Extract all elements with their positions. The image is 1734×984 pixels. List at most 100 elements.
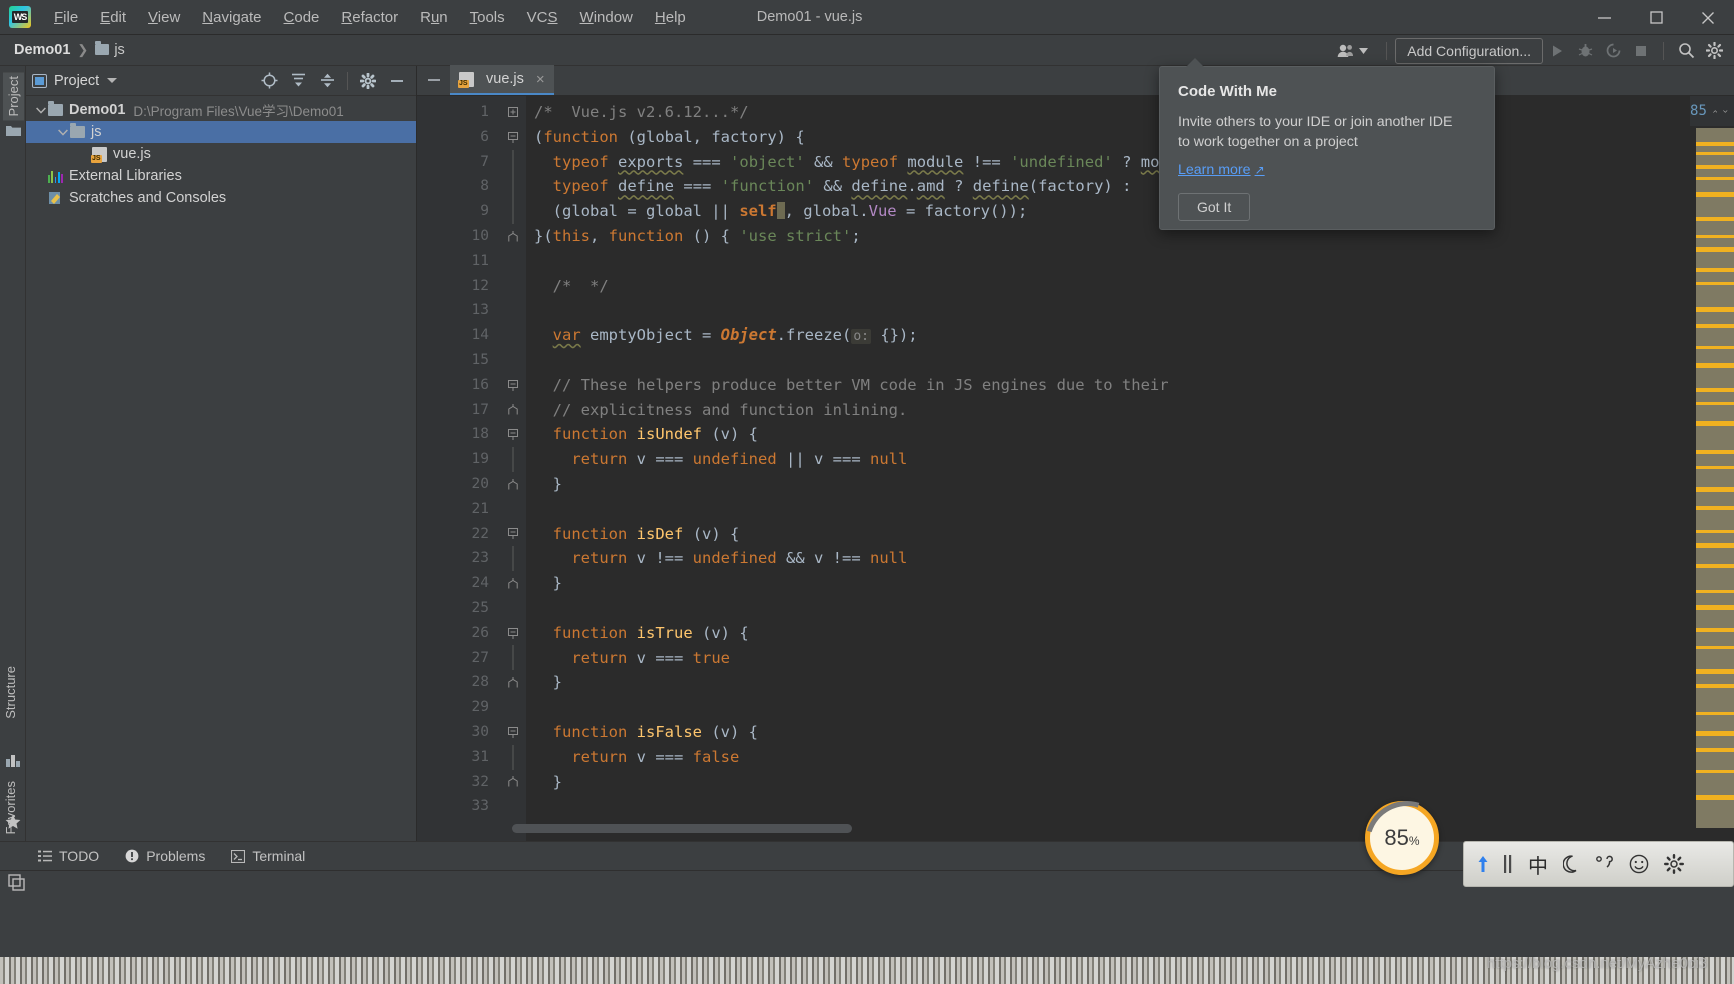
code-line[interactable]: /* Vue.js v2.6.12...*/ — [526, 100, 1734, 125]
code-line[interactable] — [526, 794, 1734, 819]
code-line[interactable]: function isTrue (v) { — [526, 621, 1734, 646]
layout-icon[interactable] — [8, 874, 26, 897]
tree-item-vue-js[interactable]: vue.js — [26, 143, 416, 165]
minimize-icon[interactable] — [1578, 0, 1630, 35]
code-line[interactable]: // explicitness and function inlining. — [526, 398, 1734, 423]
tree-item-external-libraries[interactable]: External Libraries — [26, 165, 416, 187]
breadcrumb-project[interactable]: Demo01 — [14, 42, 70, 58]
code-folding-gutter[interactable] — [500, 96, 526, 841]
settings-icon[interactable] — [1700, 39, 1728, 63]
code-line[interactable]: return v === undefined || v === null — [526, 447, 1734, 472]
close-icon[interactable]: × — [536, 71, 545, 88]
code-line[interactable]: function isDef (v) { — [526, 522, 1734, 547]
horizontal-scrollbar[interactable] — [512, 824, 852, 833]
menu-item-vcs[interactable]: VCS — [516, 6, 569, 29]
expand-all-icon[interactable] — [285, 69, 311, 93]
search-icon[interactable] — [1672, 39, 1700, 63]
run-icon[interactable] — [1543, 39, 1571, 63]
tree-item-scratches-and-consoles[interactable]: Scratches and Consoles — [26, 187, 416, 209]
code-line[interactable]: return v === false — [526, 745, 1734, 770]
fold-marker[interactable] — [500, 472, 526, 497]
menu-item-navigate[interactable]: Navigate — [191, 6, 272, 29]
minimap[interactable] — [1696, 128, 1734, 828]
menu-item-run[interactable]: Run — [409, 6, 459, 29]
code-line[interactable]: function isFalse (v) { — [526, 720, 1734, 745]
settings-icon[interactable] — [355, 69, 381, 93]
menu-item-edit[interactable]: Edit — [89, 6, 137, 29]
chevron-down-icon[interactable] — [107, 78, 118, 83]
tree-item-demo01[interactable]: Demo01 D:\Program Files\Vue学习\Demo01 — [26, 99, 416, 121]
bottom-tab-terminal[interactable]: Terminal — [231, 848, 305, 864]
add-configuration-button[interactable]: Add Configuration... — [1395, 37, 1543, 64]
editor-tab-vue-js[interactable]: vue.js × — [450, 65, 554, 95]
learn-more-link[interactable]: Learn more ↗ — [1178, 162, 1265, 178]
code-line[interactable] — [526, 695, 1734, 720]
menu-item-refactor[interactable]: Refactor — [330, 6, 409, 29]
chevron-down-icon[interactable] — [56, 128, 70, 136]
fold-marker[interactable] — [500, 373, 526, 398]
fold-marker[interactable] — [500, 720, 526, 745]
run-coverage-icon[interactable] — [1599, 39, 1627, 63]
inspection-widget[interactable]: 85 — [1690, 96, 1734, 126]
fold-marker[interactable] — [500, 670, 526, 695]
moon-icon[interactable] — [1563, 854, 1580, 874]
menu-item-code[interactable]: Code — [273, 6, 331, 29]
maximize-icon[interactable] — [1630, 0, 1682, 35]
emoji-icon[interactable] — [1629, 854, 1649, 874]
stop-icon[interactable] — [1627, 39, 1655, 63]
code-line[interactable]: /* */ — [526, 274, 1734, 299]
menu-item-help[interactable]: Help — [644, 6, 697, 29]
fold-marker[interactable] — [500, 100, 526, 125]
code-line[interactable]: (global = global || self, global.Vue = f… — [526, 199, 1734, 224]
code-line[interactable] — [526, 497, 1734, 522]
code-line[interactable]: var emptyObject = Object.freeze(o: {}); — [526, 323, 1734, 348]
menu-item-window[interactable]: Window — [569, 6, 644, 29]
punctuation-icon[interactable] — [1595, 855, 1614, 873]
breadcrumb-folder-js[interactable]: js — [95, 41, 125, 58]
code-line[interactable]: typeof define === 'function' && define.a… — [526, 174, 1734, 199]
upload-arrow-icon[interactable] — [1478, 856, 1488, 872]
code-line[interactable]: }(this, function () { 'use strict'; — [526, 224, 1734, 249]
chinese-mode-icon[interactable]: 中 — [1528, 850, 1548, 879]
code-line[interactable] — [526, 249, 1734, 274]
code-line[interactable]: typeof exports === 'object' && typeof mo… — [526, 150, 1734, 175]
code-line[interactable] — [526, 596, 1734, 621]
bottom-tab-problems[interactable]: Problems — [125, 848, 205, 864]
fold-marker[interactable] — [500, 224, 526, 249]
code-line[interactable]: // These helpers produce better VM code … — [526, 373, 1734, 398]
fold-marker[interactable] — [500, 571, 526, 596]
hide-panel-icon[interactable] — [384, 69, 410, 93]
fold-marker[interactable] — [500, 422, 526, 447]
chevron-down-icon[interactable] — [34, 106, 48, 114]
close-icon[interactable] — [1682, 0, 1734, 35]
debug-icon[interactable] — [1571, 39, 1599, 63]
code-line[interactable]: } — [526, 571, 1734, 596]
code-line[interactable]: return v !== undefined && v !== null — [526, 546, 1734, 571]
fold-marker[interactable] — [500, 522, 526, 547]
code-line[interactable]: } — [526, 770, 1734, 795]
collapse-all-icon[interactable] — [314, 69, 340, 93]
hide-tabs-icon[interactable] — [417, 65, 450, 95]
code-line[interactable] — [526, 298, 1734, 323]
fold-marker[interactable] — [500, 125, 526, 150]
code-line[interactable]: } — [526, 472, 1734, 497]
fold-marker[interactable] — [500, 398, 526, 423]
code-line[interactable]: (function (global, factory) { — [526, 125, 1734, 150]
locate-icon[interactable] — [256, 69, 282, 93]
settings-icon[interactable] — [1664, 854, 1684, 874]
code-with-me-icon[interactable] — [1331, 40, 1374, 62]
project-tree[interactable]: Demo01 D:\Program Files\Vue学习\Demo01 jsvue… — [26, 96, 416, 209]
sidebar-tab-structure[interactable]: Structure — [3, 666, 18, 719]
code-line[interactable]: return v === true — [526, 646, 1734, 671]
error-stripe[interactable]: 85 — [1690, 96, 1734, 841]
code-text[interactable]: /* Vue.js v2.6.12...*/(function (global,… — [526, 96, 1734, 841]
bottom-tab-todo[interactable]: TODO — [38, 848, 99, 864]
fold-marker[interactable] — [500, 770, 526, 795]
sidebar-tab-project[interactable]: Project — [3, 72, 24, 121]
code-line[interactable] — [526, 348, 1734, 373]
code-line[interactable]: } — [526, 670, 1734, 695]
menu-item-file[interactable]: File — [43, 6, 89, 29]
got-it-button[interactable]: Got It — [1178, 193, 1251, 221]
code-line[interactable]: function isUndef (v) { — [526, 422, 1734, 447]
fold-marker[interactable] — [500, 621, 526, 646]
